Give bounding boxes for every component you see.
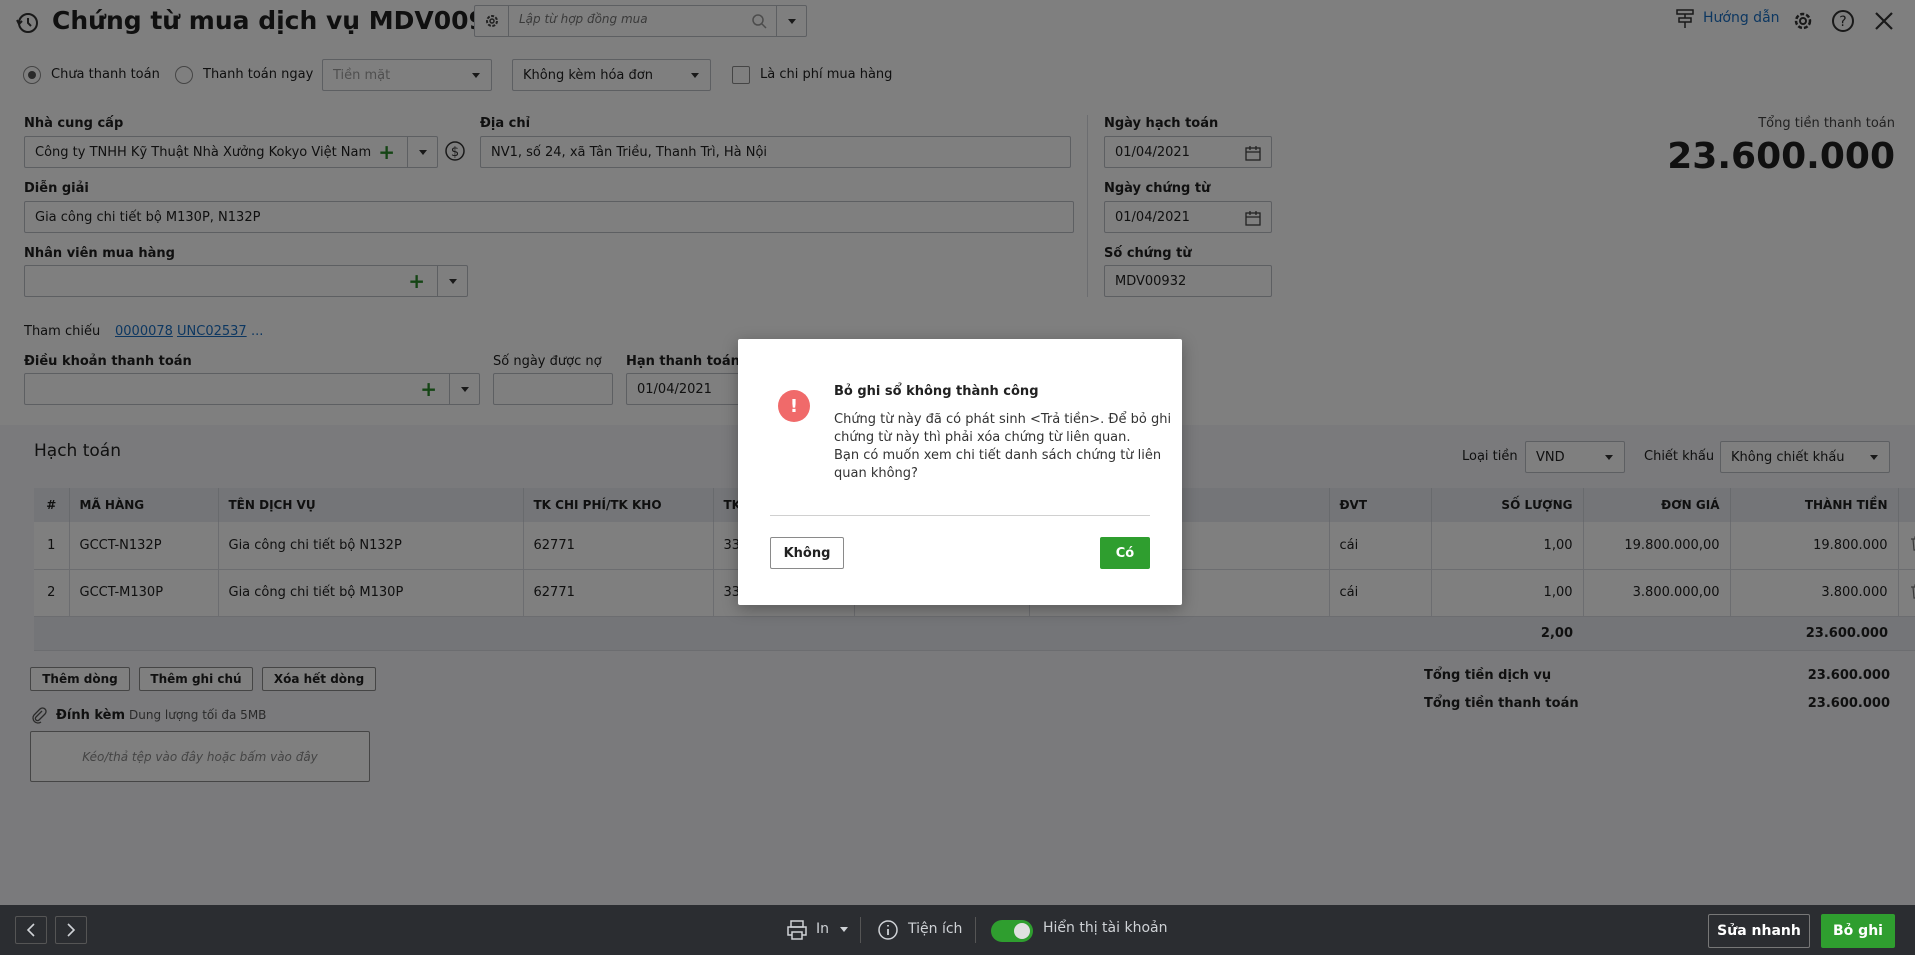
- info-icon[interactable]: [877, 919, 899, 945]
- utility-label[interactable]: Tiện ích: [908, 921, 962, 937]
- yes-button[interactable]: Có: [1100, 537, 1150, 569]
- next-button[interactable]: [55, 916, 87, 944]
- no-button[interactable]: Không: [770, 537, 844, 569]
- toolbar-separator: [975, 917, 976, 943]
- dialog-message-line4: quan không?: [834, 466, 918, 481]
- dialog-message-line1: Chứng từ này đã có phát sinh <Trả tiền>.…: [834, 412, 1172, 427]
- printer-icon[interactable]: [786, 919, 808, 945]
- unpost-button[interactable]: Bỏ ghi: [1821, 914, 1895, 948]
- print-label[interactable]: In: [816, 921, 829, 937]
- error-icon: !: [778, 390, 810, 422]
- show-account-label: Hiển thị tài khoản: [1043, 920, 1168, 936]
- toolbar-separator: [860, 917, 861, 943]
- bottom-toolbar: In Tiện ích Hiển thị tài khoản Sửa nhanh…: [0, 905, 1915, 955]
- previous-button[interactable]: [15, 916, 47, 944]
- print-dropdown-icon[interactable]: [840, 927, 848, 932]
- dialog-divider: [770, 515, 1150, 516]
- error-dialog: ! Bỏ ghi sổ không thành công Chứng từ nà…: [738, 339, 1182, 605]
- quick-edit-button[interactable]: Sửa nhanh: [1708, 914, 1810, 948]
- dialog-message-line3: Bạn có muốn xem chi tiết danh sách chứng…: [834, 448, 1162, 463]
- dialog-title: Bỏ ghi sổ không thành công: [834, 384, 1039, 399]
- dialog-message-line2: chứng từ này thì phải xóa chứng từ liên …: [834, 430, 1131, 445]
- show-account-toggle[interactable]: [991, 920, 1033, 942]
